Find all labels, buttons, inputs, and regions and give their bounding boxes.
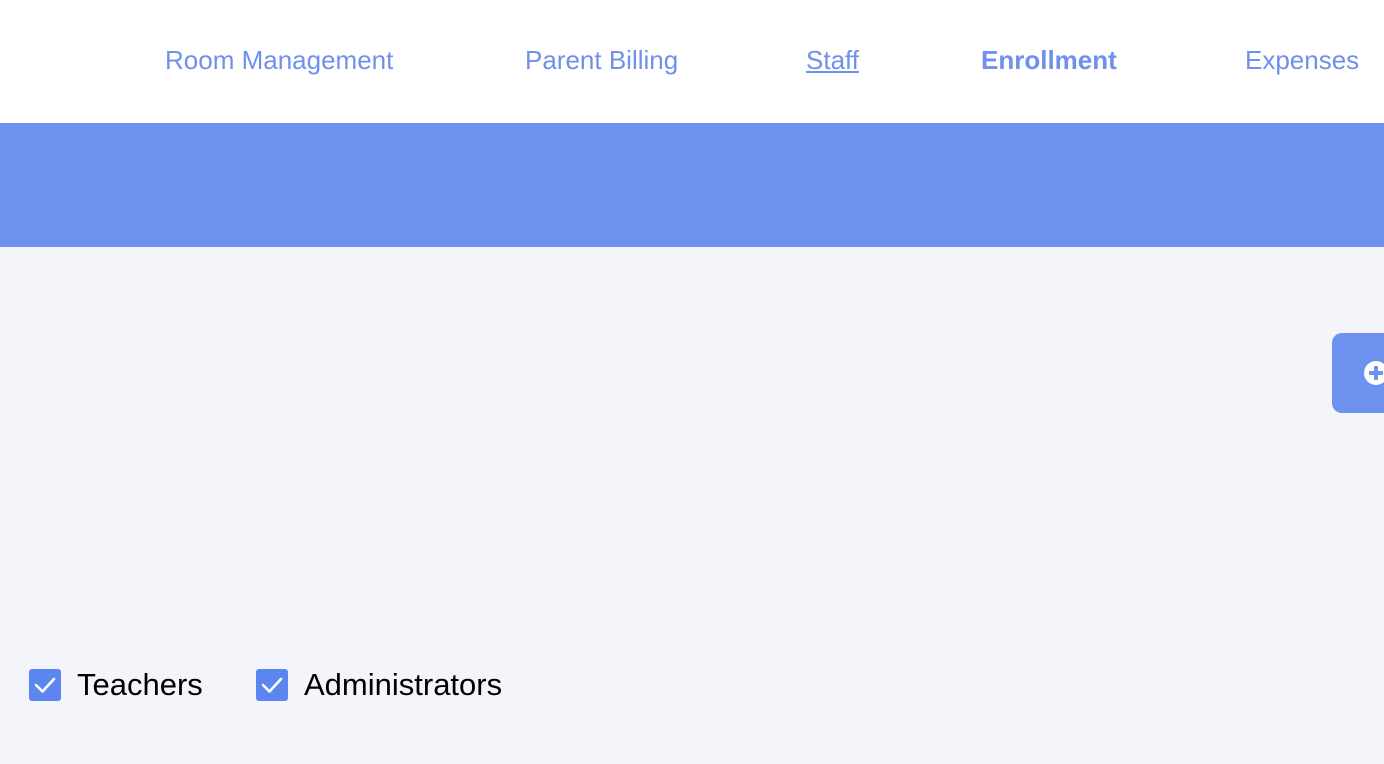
nav-item-expenses[interactable]: Expenses xyxy=(1245,42,1359,78)
checkmark-icon xyxy=(261,677,283,693)
administrators-checkbox[interactable] xyxy=(256,669,288,701)
filter-teachers[interactable]: Teachers xyxy=(29,667,203,702)
administrators-label: Administrators xyxy=(304,667,503,702)
teachers-label: Teachers xyxy=(77,667,203,702)
add-button[interactable] xyxy=(1332,333,1384,413)
nav-item-enrollment[interactable]: Enrollment xyxy=(981,42,1117,78)
filter-administrators[interactable]: Administrators xyxy=(256,667,503,702)
header-banner xyxy=(0,123,1384,247)
nav-item-staff[interactable]: Staff xyxy=(806,42,859,78)
checkmark-icon xyxy=(34,677,56,693)
plus-circle-icon xyxy=(1364,361,1384,385)
nav-item-room-management[interactable]: Room Management xyxy=(165,42,393,78)
main-content xyxy=(0,247,1384,764)
teachers-checkbox[interactable] xyxy=(29,669,61,701)
nav-item-parent-billing[interactable]: Parent Billing xyxy=(525,42,678,78)
top-nav: Room Management Parent Billing Staff Enr… xyxy=(0,0,1384,123)
